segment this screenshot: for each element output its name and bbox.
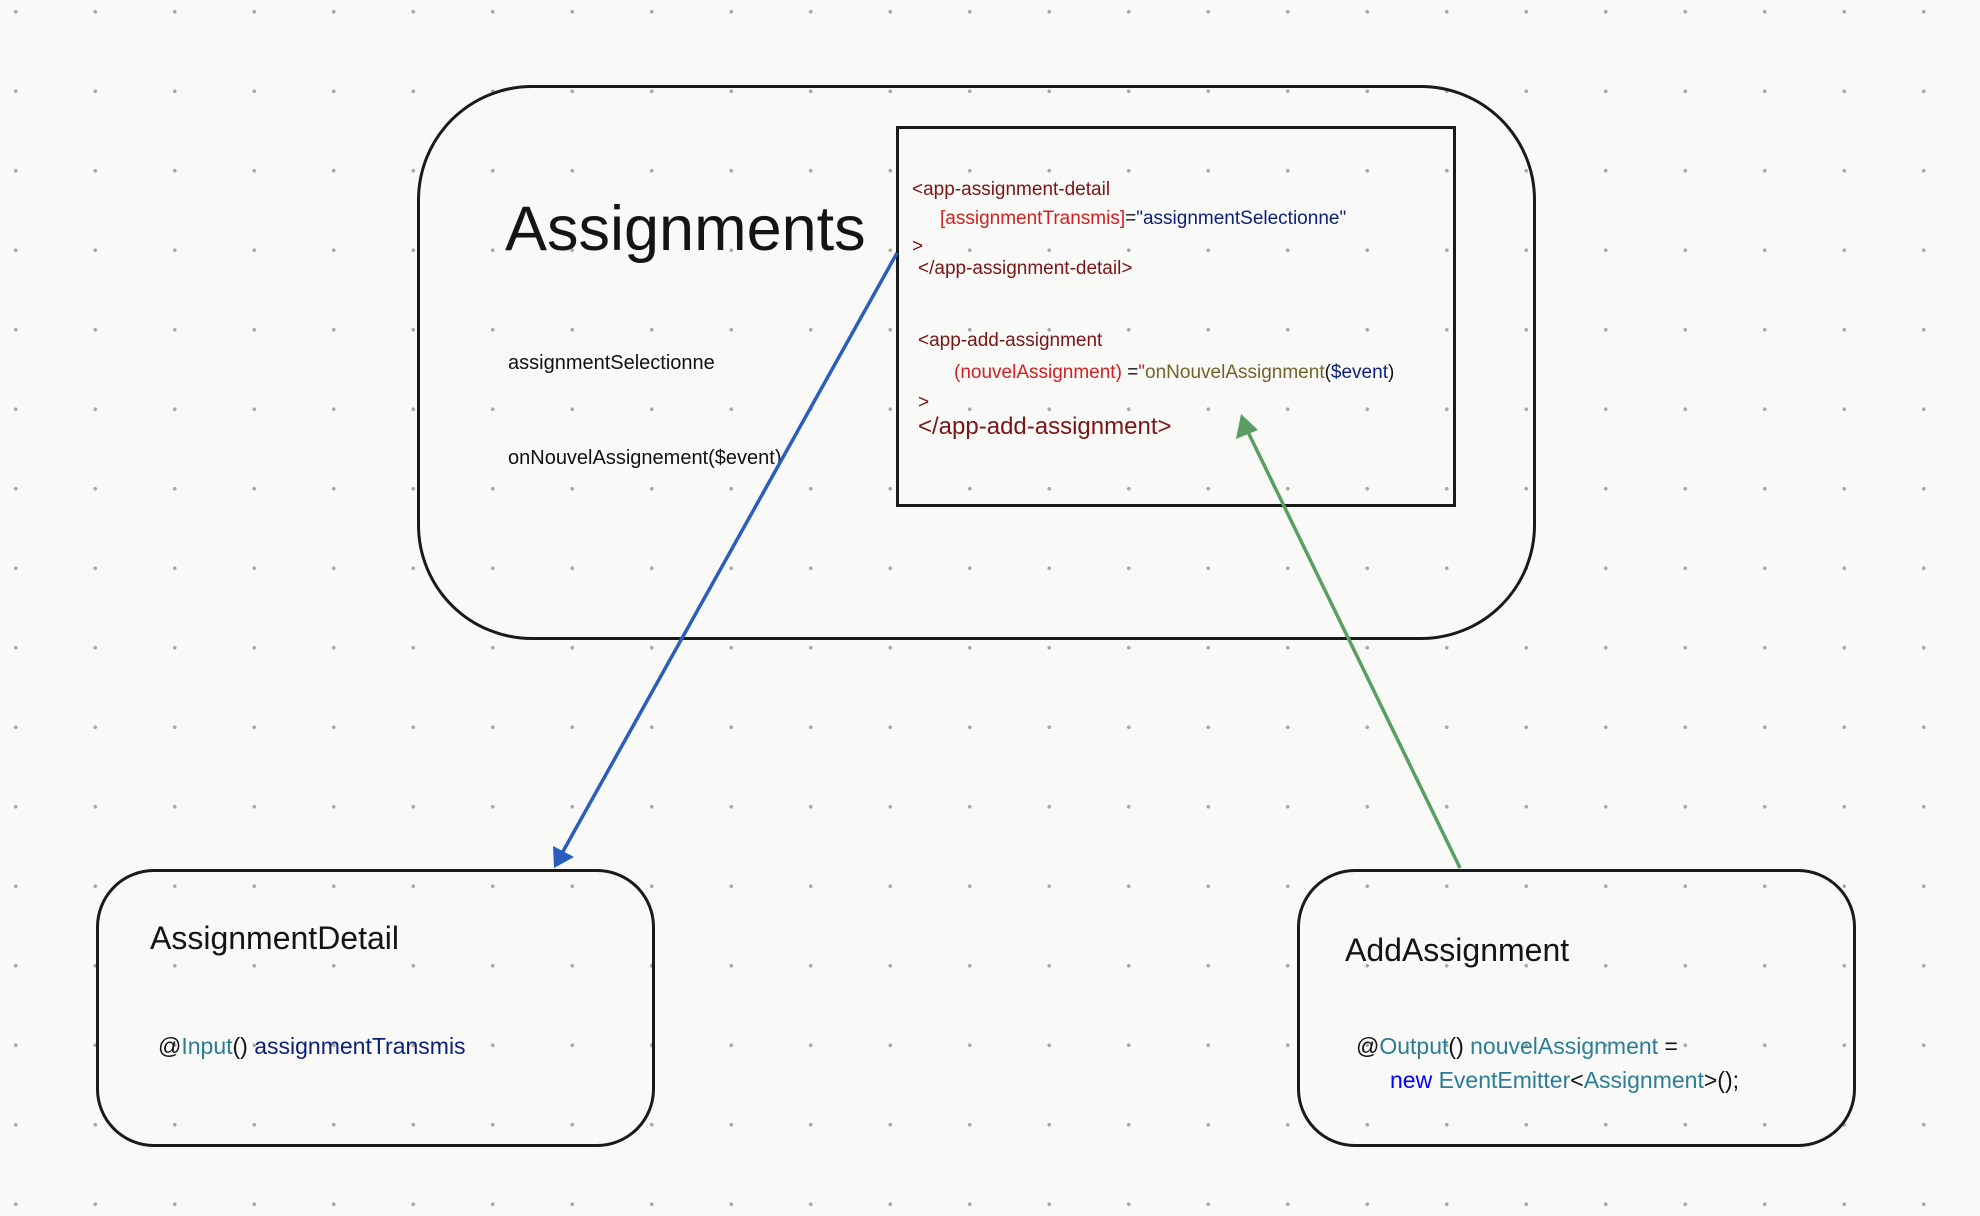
output-equals: = [1121,362,1139,383]
code-line-add-close-bracket: > [918,392,930,413]
output-attribute: (nouvelAssignment) [954,362,1122,383]
input-decorator-parens: () [232,1033,255,1059]
output-decorator-parens: () [1448,1033,1471,1059]
add-assignment-component-box[interactable] [1297,869,1856,1147]
output-event-arg: $event [1330,362,1388,383]
output-decorator: Output [1379,1033,1449,1059]
code-line-detail-close-tag: </app-assignment-detail> [918,258,1133,279]
new-keyword: new [1390,1067,1433,1093]
assignment-detail-component-box[interactable] [96,869,655,1147]
code-line-add-open: <app-add-assignment [918,330,1103,351]
assignment-selectionne-property: assignmentSelectionne [508,352,715,374]
add-assignment-title: AddAssignment [1345,932,1570,968]
input-value: "assignmentSelectionne" [1136,208,1347,229]
input-decorator: Input [181,1033,233,1059]
input-equals: = [1125,208,1137,229]
on-nouvel-assignement-handler: onNouvelAssignement($event) [508,447,782,469]
generic-close: >(); [1703,1067,1739,1093]
input-arrowhead-icon [553,846,574,868]
output-member-name: nouvelAssignment [1470,1033,1659,1059]
code-line-input-binding: [assignmentTransmis]="assignmentSelectio… [940,208,1346,230]
output-close-paren: ) [1387,362,1395,383]
input-at-sign: @ [158,1033,182,1059]
input-declaration: @Input() assignmentTransmis [158,1033,466,1060]
generic-type-arg: Assignment [1583,1067,1704,1093]
output-initializer: new EventEmitter<Assignment>(); [1390,1067,1739,1094]
code-line-detail-close-bracket: > [912,236,924,257]
output-declaration: @Output() nouvelAssignment = [1356,1033,1678,1060]
event-emitter-type: EventEmitter [1438,1067,1571,1093]
code-line-detail-open: <app-assignment-detail [912,179,1111,200]
output-handler-name: onNouvelAssignment [1145,362,1325,383]
input-attribute: [assignmentTransmis] [940,208,1126,229]
output-assign: = [1658,1033,1678,1059]
generic-open: < [1570,1067,1584,1093]
code-line-output-binding: (nouvelAssignment) ="onNouvelAssignment(… [954,362,1394,384]
output-at-sign: @ [1356,1033,1380,1059]
assignment-detail-title: AssignmentDetail [150,920,399,956]
input-member-name: assignmentTransmis [254,1033,466,1059]
code-line-add-close-tag: </app-add-assignment> [918,413,1172,440]
assignments-title: Assignments [505,194,866,264]
